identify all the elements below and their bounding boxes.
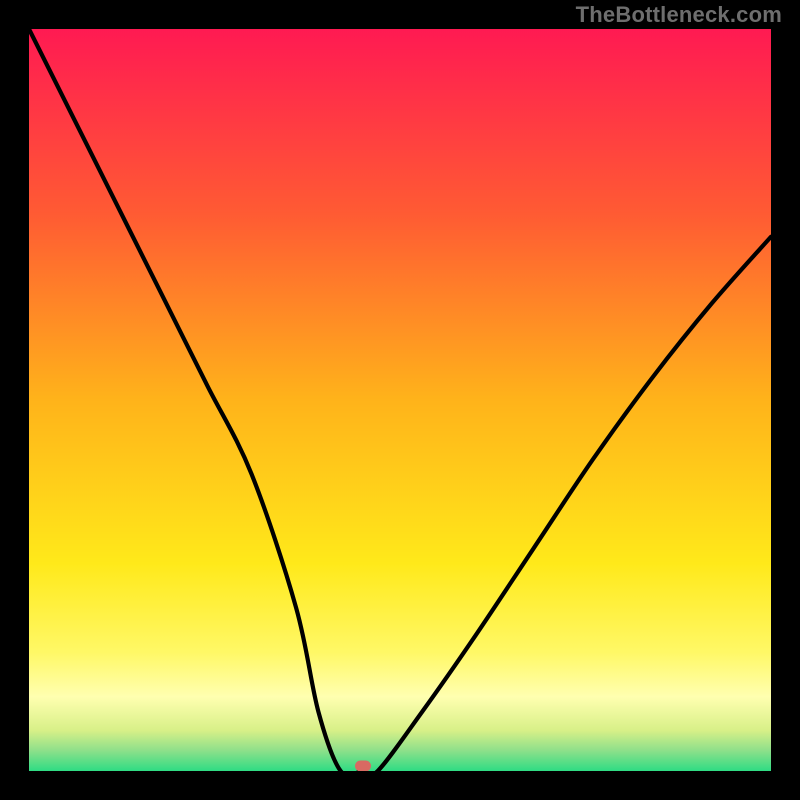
optimal-point-marker (355, 761, 371, 772)
watermark-text: TheBottleneck.com (576, 2, 782, 28)
chart-stage: TheBottleneck.com (0, 0, 800, 800)
plot-area (29, 29, 771, 771)
bottleneck-curve (29, 29, 771, 771)
